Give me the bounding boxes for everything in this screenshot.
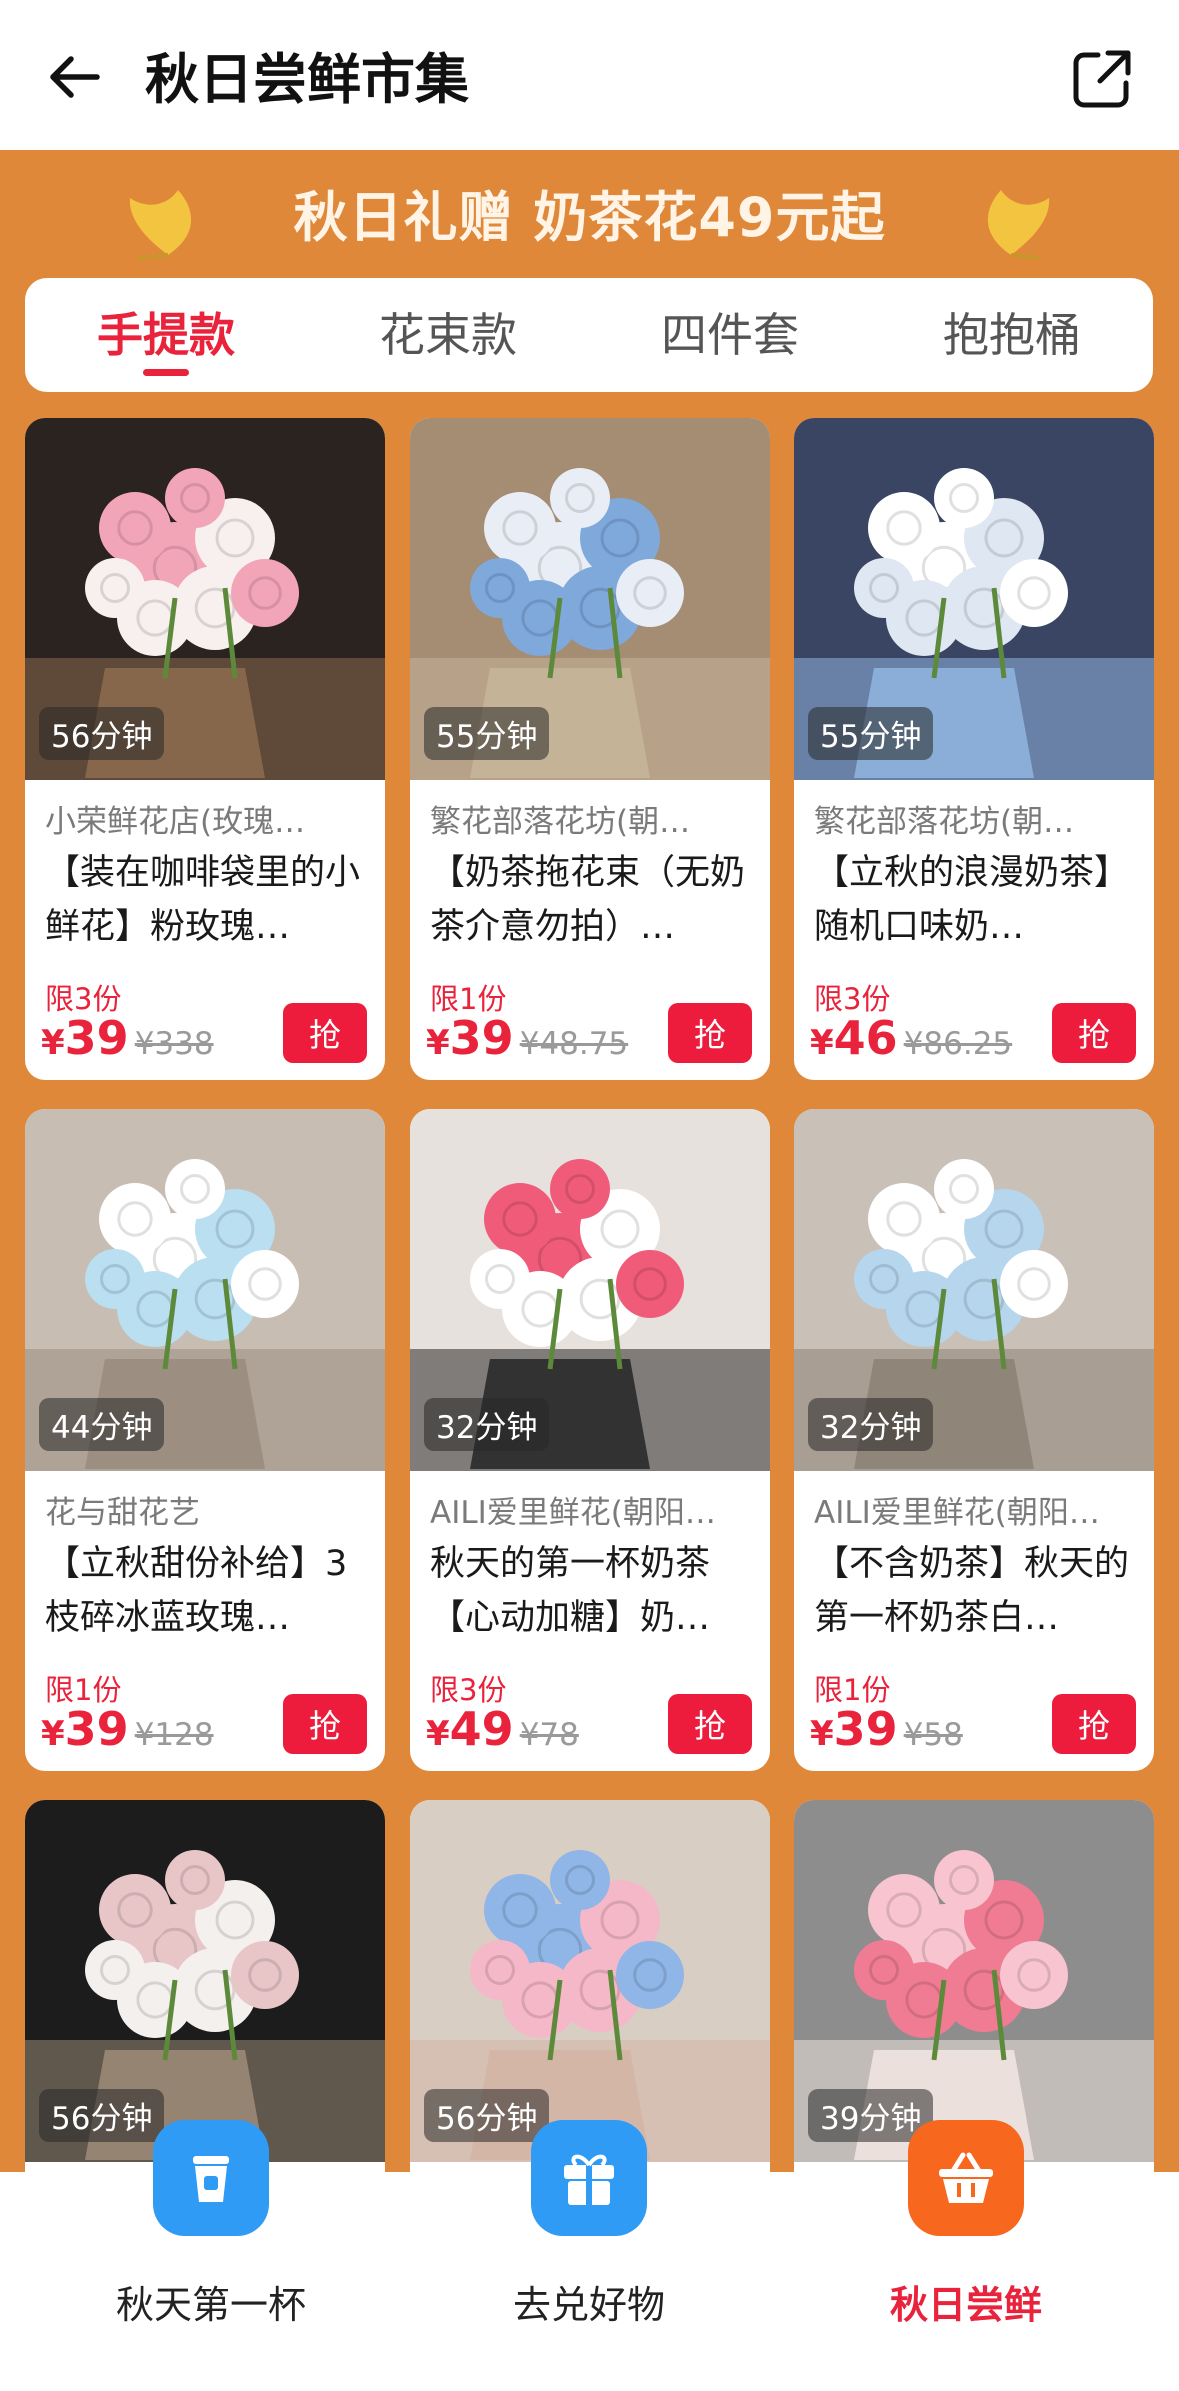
currency-symbol: ¥	[41, 1714, 65, 1754]
sale-price: 39	[449, 1011, 514, 1065]
product-image-wrap: 32分钟	[410, 1109, 770, 1471]
grab-button[interactable]: 抢	[1052, 1694, 1136, 1754]
delivery-time-badge: 56分钟	[39, 707, 165, 760]
product-card[interactable]: 44分钟 花与甜花艺 【立秋甜份补给】3枝碎冰蓝玫瑰… 限1份 ¥ 39 ¥128…	[25, 1109, 385, 1771]
product-image-wrap: 56分钟	[410, 1800, 770, 2162]
tab-handheld[interactable]: 手提款	[87, 278, 245, 392]
top-bar: 秋日尝鲜市集	[0, 0, 1179, 150]
tab-hug-bucket[interactable]: 抱抱桶	[933, 278, 1091, 392]
shop-name: 小荣鲜花店(玫瑰…	[45, 804, 306, 840]
product-image-wrap: 56分钟	[25, 418, 385, 780]
product-image-wrap: 32分钟	[794, 1109, 1154, 1471]
shop-name: 繁花部落花坊(朝…	[430, 804, 691, 840]
original-price: ¥86.25	[903, 1026, 1013, 1062]
page-title: 秋日尝鲜市集	[145, 48, 469, 111]
price-row: ¥ 39 ¥338	[41, 1011, 214, 1065]
tab-four-piece-set[interactable]: 四件套	[651, 278, 809, 392]
original-price: ¥338	[134, 1026, 214, 1062]
delivery-time-badge: 44分钟	[39, 1398, 165, 1451]
category-tabs: 手提款 花束款 四件套 抱抱桶	[25, 278, 1153, 392]
product-title: 【立秋甜份补给】3枝碎冰蓝玫瑰…	[45, 1544, 348, 1638]
gift-icon	[531, 2120, 647, 2236]
currency-symbol: ¥	[426, 1023, 450, 1063]
price-row: ¥ 46 ¥86.25	[810, 1011, 1012, 1065]
price-row: ¥ 39 ¥48.75	[426, 1011, 628, 1065]
delivery-time-badge: 55分钟	[808, 707, 934, 760]
currency-symbol: ¥	[810, 1023, 834, 1063]
original-price: ¥58	[903, 1717, 963, 1753]
product-title: 【不含奶茶】秋天的第一杯奶茶白…	[814, 1544, 1130, 1638]
sale-price: 49	[449, 1702, 514, 1756]
product-image-wrap: 55分钟	[410, 418, 770, 780]
banner-title: 秋日礼赠 奶茶花49元起	[293, 186, 886, 249]
product-image-wrap: 44分钟	[25, 1109, 385, 1471]
product-title: 【立秋的浪漫奶茶】随机口味奶…	[814, 853, 1130, 947]
product-card[interactable]: 32分钟 AILI爱里鲜花(朝阳… 秋天的第一杯奶茶【心动加糖】奶… 限3份 ¥ …	[410, 1109, 770, 1771]
original-price: ¥128	[134, 1717, 214, 1753]
delivery-time-badge: 32分钟	[424, 1398, 550, 1451]
sale-price: 39	[833, 1702, 898, 1756]
product-card[interactable]: 32分钟 AILI爱里鲜花(朝阳… 【不含奶茶】秋天的第一杯奶茶白… 限1份 ¥ …	[794, 1109, 1154, 1771]
back-button[interactable]	[40, 42, 110, 112]
shop-name: AILI爱里鲜花(朝阳…	[430, 1495, 716, 1531]
nav-autumn-first-cup[interactable]: 秋天第一杯	[81, 2120, 341, 2380]
shop-name: AILI爱里鲜花(朝阳…	[814, 1495, 1100, 1531]
nav-label: 秋日尝鲜	[889, 2283, 1042, 2327]
currency-symbol: ¥	[810, 1714, 834, 1754]
product-image-wrap: 39分钟	[794, 1800, 1154, 2162]
arrow-left-icon	[50, 56, 100, 98]
product-card[interactable]: 55分钟 繁花部落花坊(朝… 【立秋的浪漫奶茶】随机口味奶… 限3份 ¥ 46 ¥…	[794, 418, 1154, 1080]
product-image-wrap: 55分钟	[794, 418, 1154, 780]
original-price: ¥78	[519, 1717, 579, 1753]
shop-name: 花与甜花艺	[45, 1495, 200, 1531]
product-card[interactable]: 55分钟 繁花部落花坊(朝… 【奶茶拖花束（无奶茶介意勿拍）… 限1份 ¥ 39 …	[410, 418, 770, 1080]
price-row: ¥ 39 ¥128	[41, 1702, 214, 1756]
product-title: 秋天的第一杯奶茶【心动加糖】奶…	[430, 1544, 711, 1638]
nav-label: 秋天第一杯	[115, 2283, 306, 2327]
grab-button[interactable]: 抢	[668, 1694, 752, 1754]
sale-price: 39	[64, 1011, 129, 1065]
delivery-time-badge: 55分钟	[424, 707, 550, 760]
grab-button[interactable]: 抢	[283, 1003, 367, 1063]
tab-bouquet[interactable]: 花束款	[369, 278, 527, 392]
ginkgo-leaf-icon	[987, 190, 1050, 260]
original-price: ¥48.75	[519, 1026, 629, 1062]
price-row: ¥ 49 ¥78	[426, 1702, 579, 1756]
product-image-wrap: 56分钟	[25, 1800, 385, 2162]
nav-redeem-goods[interactable]: 去兑好物	[459, 2120, 719, 2380]
nav-label: 去兑好物	[512, 2283, 665, 2327]
grab-button[interactable]: 抢	[283, 1694, 367, 1754]
product-title: 【奶茶拖花束（无奶茶介意勿拍）…	[430, 853, 746, 947]
share-external-icon	[1073, 50, 1131, 108]
sale-price: 39	[64, 1702, 129, 1756]
basket-icon	[908, 2120, 1024, 2236]
nav-autumn-taste[interactable]: 秋日尝鲜	[836, 2120, 1096, 2380]
currency-symbol: ¥	[426, 1714, 450, 1754]
delivery-time-badge: 32分钟	[808, 1398, 934, 1451]
currency-symbol: ¥	[41, 1023, 65, 1063]
grab-button[interactable]: 抢	[668, 1003, 752, 1063]
sale-price: 46	[833, 1011, 898, 1065]
price-row: ¥ 39 ¥58	[810, 1702, 963, 1756]
grab-button[interactable]: 抢	[1052, 1003, 1136, 1063]
product-title: 【装在咖啡袋里的小鲜花】粉玫瑰…	[45, 853, 361, 947]
shop-name: 繁花部落花坊(朝…	[814, 804, 1075, 840]
share-button[interactable]	[1065, 42, 1139, 116]
product-card[interactable]: 56分钟 小荣鲜花店(玫瑰… 【装在咖啡袋里的小鲜花】粉玫瑰… 限3份 ¥ 39 …	[25, 418, 385, 1080]
coffee-cup-icon	[153, 2120, 269, 2236]
